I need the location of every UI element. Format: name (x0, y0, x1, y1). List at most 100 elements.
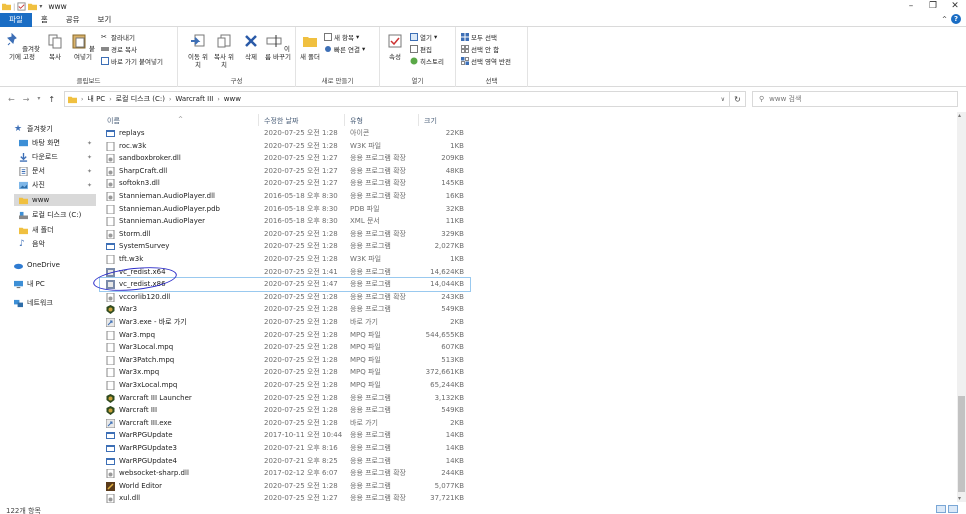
file-row[interactable]: War3Local.mpq 2020-07-25 오전 1:28 MPQ 파일 607… (100, 341, 470, 354)
scroll-up-icon[interactable]: ▴ (958, 112, 961, 119)
file-row[interactable]: Storm.dll 2020-07-25 오전 1:28 응용 프로그램 확장 329… (100, 228, 470, 241)
tab-view[interactable]: 보기 (89, 13, 121, 27)
tab-home[interactable]: 홈 (32, 13, 57, 27)
cut-button[interactable]: ✂ 잘라내기 (101, 32, 135, 42)
file-row[interactable]: replays 2020-07-25 오전 1:28 아이콘 22KB (100, 127, 470, 140)
refresh-button[interactable]: ↻ (730, 91, 746, 107)
up-icon[interactable]: ↑ (48, 95, 55, 104)
large-icons-view-button[interactable] (948, 505, 958, 513)
open-button[interactable]: 열기 ▾ (410, 32, 437, 42)
copy-button[interactable]: 복사 (44, 33, 66, 61)
file-row[interactable]: World Editor 2020-07-25 오전 1:28 응용 프로그램 5,0… (100, 480, 470, 493)
search-box[interactable]: ⚲ www 검색 (752, 91, 958, 107)
paste-shortcut-button[interactable]: 바로 가기 붙여넣기 (101, 56, 163, 66)
details-view-button[interactable] (936, 505, 946, 513)
file-row[interactable]: Stannieman.AudioPlayer 2016-05-18 오후 8:30… (100, 215, 470, 228)
copy-path-button[interactable]: 경로 복사 (101, 44, 137, 54)
delete-button[interactable]: 삭제 (240, 33, 262, 61)
breadcrumb-warcraft[interactable]: Warcraft III (175, 95, 213, 103)
file-row[interactable]: SharpCraft.dll 2020-07-25 오전 1:27 응용 프로그램 … (100, 165, 470, 178)
file-row[interactable]: WarRPGUpdate 2017-10-11 오전 10:44 응용 프로그램 14… (100, 429, 470, 442)
file-row[interactable]: xul.dll 2020-07-25 오전 1:27 응용 프로그램 확장 37,72… (100, 492, 470, 505)
file-type: W3K 파일 (350, 255, 382, 263)
column-type[interactable]: 유형 (350, 116, 363, 126)
chevron-down-icon[interactable]: ∨ (721, 96, 725, 103)
back-icon[interactable]: ← (8, 95, 15, 104)
maximize-button[interactable]: ❐ (922, 0, 944, 13)
nav-documents[interactable]: 문서 ✦ (19, 165, 97, 177)
minimize-button[interactable]: – (900, 0, 922, 13)
file-row[interactable]: War3.mpq 2020-07-25 오전 1:28 MPQ 파일 544,655K… (100, 329, 470, 342)
tab-file[interactable]: 파일 (0, 12, 32, 27)
file-row[interactable]: War3.exe - 바로 가기 2020-07-25 오전 1:28 바로 가기 2… (100, 316, 470, 329)
breadcrumb-local-disk[interactable]: 로컬 디스크 (C:) (116, 94, 165, 104)
file-row[interactable]: SystemSurvey 2020-07-25 오전 1:28 응용 프로그램 2,0… (100, 240, 470, 253)
column-size[interactable]: 크기 (424, 116, 437, 126)
file-type: 응용 프로그램 확장 (350, 229, 406, 238)
open-group: 속성 열기 ▾ 편집 히스토리 열기 (380, 27, 456, 87)
edit-button[interactable]: 편집 (410, 44, 432, 54)
file-row[interactable]: War3xLocal.mpq 2020-07-25 오전 1:28 MPQ 파일 65… (100, 379, 470, 392)
column-divider[interactable] (344, 114, 345, 126)
copy-to-button[interactable]: 복사 위치 (212, 33, 236, 69)
ribbon-collapse-icon[interactable]: ^ (942, 16, 947, 23)
paste-button[interactable]: 붙여넣기 (68, 33, 98, 61)
nav-pictures[interactable]: 사진 ✦ (19, 179, 97, 191)
nav-onedrive[interactable]: OneDrive (14, 259, 110, 271)
column-name[interactable]: 이름 (107, 116, 120, 126)
file-row[interactable]: WarRPGUpdate3 2020-07-21 오후 8:16 응용 프로그램 14… (100, 442, 470, 455)
column-divider[interactable] (258, 114, 259, 126)
file-row[interactable]: sandboxbroker.dll 2020-07-25 오전 1:27 응용 프로… (100, 152, 470, 165)
column-date[interactable]: 수정한 날짜 (264, 116, 298, 126)
file-row[interactable]: Stannieman.AudioPlayer.pdb 2016-05-18 오후 … (100, 203, 470, 216)
nav-network[interactable]: 네트워크 (14, 297, 110, 309)
new-item-button[interactable]: 새 항목 ▾ (324, 32, 359, 42)
open-group-label: 열기 (411, 77, 424, 85)
nav-desktop[interactable]: 바탕 화면 ✦ (19, 137, 97, 149)
select-none-button[interactable]: 선택 안 함 (461, 44, 499, 54)
properties-icon[interactable] (17, 2, 26, 11)
file-row[interactable]: Warcraft III 2020-07-25 오전 1:28 응용 프로그램 549… (100, 404, 470, 417)
file-row[interactable]: War3 2020-07-25 오전 1:28 응용 프로그램 549KB (100, 303, 470, 316)
file-row[interactable]: softokn3.dll 2020-07-25 오전 1:27 응용 프로그램 확장… (100, 177, 470, 190)
tab-share[interactable]: 공유 (57, 13, 89, 27)
pin-quick-access-button[interactable]: 즐겨찾기에 고정 (3, 32, 41, 61)
nav-downloads[interactable]: 다운로드 ✦ (19, 151, 97, 163)
vertical-scrollbar[interactable]: ▴ ▾ (957, 112, 966, 502)
file-row[interactable]: Stannieman.AudioPlayer.dll 2016-05-18 오후 … (100, 190, 470, 203)
nav-www[interactable]: www (14, 194, 96, 206)
file-row[interactable]: Warcraft III.exe 2020-07-25 오전 1:28 바로 가기 2… (100, 417, 470, 430)
new-folder-icon[interactable] (28, 2, 38, 11)
new-folder-button[interactable]: 새 폴더 (300, 33, 320, 61)
breadcrumb-www[interactable]: www (224, 95, 241, 103)
scroll-down-icon[interactable]: ▾ (958, 495, 961, 502)
history-button[interactable]: 히스토리 (410, 56, 444, 66)
file-row[interactable]: WarRPGUpdate4 2020-07-21 오후 8:25 응용 프로그램 14… (100, 455, 470, 468)
easy-access-button[interactable]: 빠른 연결 ▾ (324, 44, 365, 54)
file-row[interactable]: War3Patch.mpq 2020-07-25 오전 1:28 MPQ 파일 513… (100, 354, 470, 367)
file-row[interactable]: Warcraft III Launcher 2020-07-25 오전 1:28 응… (100, 392, 470, 405)
rename-button[interactable]: 이름 바꾸기 (264, 33, 292, 61)
forward-icon[interactable]: → (23, 95, 30, 104)
file-row[interactable]: tft.w3k 2020-07-25 오전 1:28 W3K 파일 1KB (100, 253, 470, 266)
select-all-button[interactable]: 모두 선택 (461, 32, 497, 42)
file-row[interactable]: roc.w3k 2020-07-25 오전 1:28 W3K 파일 1KB (100, 140, 470, 153)
move-to-button[interactable]: 이동 위치 (186, 33, 210, 69)
desktop-icon (19, 139, 28, 146)
breadcrumb-my-pc[interactable]: 내 PC (87, 94, 105, 104)
scrollbar-thumb[interactable] (958, 396, 965, 492)
nav-quick-access[interactable]: ★ 즐겨찾기 (14, 123, 110, 135)
file-row[interactable]: vccorlib120.dll 2020-07-25 오전 1:28 응용 프로그램… (100, 291, 470, 304)
properties-button[interactable]: 속성 (384, 33, 406, 61)
file-row[interactable]: War3x.mpq 2020-07-25 오전 1:28 MPQ 파일 372,661… (100, 366, 470, 379)
recent-dropdown-icon[interactable]: ▾ (37, 95, 40, 104)
customize-qa-icon[interactable]: ▾ (39, 3, 42, 10)
help-icon[interactable]: ? (951, 14, 961, 24)
column-divider[interactable] (418, 114, 419, 126)
invert-selection-button[interactable]: 선택 영역 반전 (461, 56, 511, 66)
address-bar[interactable]: › 내 PC › 로컬 디스크 (C:) › Warcraft III › ww… (64, 91, 730, 107)
file-type: MPQ 파일 (350, 355, 381, 364)
file-date: 2020-07-21 오후 8:25 (264, 456, 338, 465)
close-button[interactable]: ✕ (944, 0, 966, 13)
file-row[interactable]: websocket-sharp.dll 2017-02-12 오후 6:07 응용 … (100, 467, 470, 480)
